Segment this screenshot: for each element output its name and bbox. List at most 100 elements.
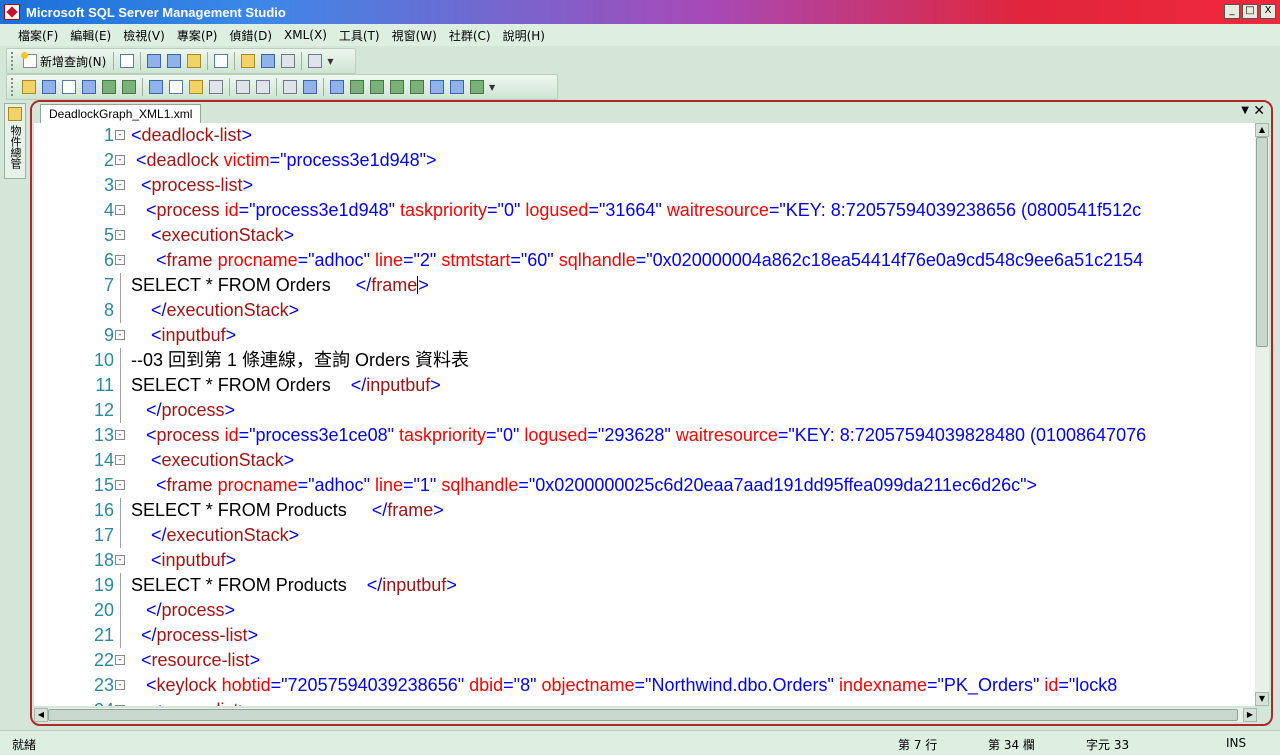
collapse-toggle-icon[interactable]: - [115, 430, 125, 440]
editor-line[interactable]: 9- <inputbuf> [34, 323, 1257, 348]
xml-editor[interactable]: 1- <deadlock-list> 2- <deadlock victim="pr… [34, 123, 1257, 706]
activity-monitor-button[interactable] [306, 52, 324, 70]
horizontal-scroll-thumb[interactable] [48, 709, 1238, 721]
vertical-scroll-thumb[interactable] [1256, 137, 1268, 347]
editor-line[interactable]: 14- <executionStack> [34, 448, 1257, 473]
prev-bookmark-button[interactable] [348, 78, 366, 96]
collapse-toggle-icon[interactable]: - [115, 205, 125, 215]
menu-tools[interactable]: 工具(T) [333, 27, 386, 44]
editor-line[interactable]: 21 </process-list> [34, 623, 1257, 648]
vertical-scrollbar[interactable]: ▲ ▼ [1255, 123, 1269, 706]
menu-view[interactable]: 檢視(V) [117, 27, 171, 44]
toolbar-grip[interactable] [11, 78, 15, 96]
collapse-toggle-icon[interactable]: - [115, 230, 125, 240]
editor-line[interactable]: 22- <resource-list> [34, 648, 1257, 673]
save-button[interactable] [259, 52, 277, 70]
collapse-toggle-icon[interactable]: - [115, 455, 125, 465]
editor-line[interactable]: 10 --03 回到第 1 條連線，查詢 Orders 資料表 [34, 348, 1257, 373]
sqlce-query-button[interactable] [212, 52, 230, 70]
toolbar-overflow-icon[interactable]: ▼ [489, 83, 495, 92]
parameter-info-button[interactable] [187, 78, 205, 96]
tab-list-chevron-icon[interactable]: ▼ [1241, 105, 1249, 116]
schema-button[interactable] [20, 78, 38, 96]
menu-file[interactable]: 檔案(F) [12, 27, 64, 44]
collapse-toggle-icon[interactable]: - [115, 705, 125, 706]
editor-line[interactable]: 5- <executionStack> [34, 223, 1257, 248]
run-button[interactable] [100, 78, 118, 96]
increase-indent-button[interactable] [254, 78, 272, 96]
editor-line[interactable]: 7 SELECT * FROM Orders </frame> [34, 273, 1257, 298]
uncomment-button[interactable] [301, 78, 319, 96]
horizontal-scrollbar[interactable]: ◀ ▶ [34, 708, 1257, 722]
editor-line[interactable]: 11 SELECT * FROM Orders </inputbuf> [34, 373, 1257, 398]
editor-line[interactable]: 8 </executionStack> [34, 298, 1257, 323]
editor-line[interactable]: 4- <process id="process3e1d948" taskprio… [34, 198, 1257, 223]
menu-debug[interactable]: 偵錯(D) [223, 27, 278, 44]
menu-window[interactable]: 視窗(W) [386, 27, 443, 44]
menu-edit[interactable]: 編輯(E) [64, 27, 117, 44]
prev-bookmark-doc-button[interactable] [428, 78, 446, 96]
complete-word-button[interactable] [207, 78, 225, 96]
dmx-query-button[interactable] [165, 52, 183, 70]
menu-xml[interactable]: XML(X) [278, 28, 333, 42]
editor-line[interactable]: 15- <frame procname="adhoc" line="1" sql… [34, 473, 1257, 498]
editor-line[interactable]: 16 SELECT * FROM Products </frame> [34, 498, 1257, 523]
editor-line[interactable]: 20 </process> [34, 598, 1257, 623]
editor-line[interactable]: 23- <keylock hobtid="72057594039238656" … [34, 673, 1257, 698]
editor-line[interactable]: 17 </executionStack> [34, 523, 1257, 548]
clear-bookmarks-button[interactable] [468, 78, 486, 96]
next-bookmark-button[interactable] [368, 78, 386, 96]
collapse-toggle-icon[interactable]: - [115, 330, 125, 340]
debug-xslt-button[interactable] [80, 78, 98, 96]
editor-line[interactable]: 19 SELECT * FROM Products </inputbuf> [34, 573, 1257, 598]
toggle-bookmark-button[interactable] [328, 78, 346, 96]
scroll-left-icon[interactable]: ◀ [34, 708, 48, 722]
editor-line[interactable]: 3- <process-list> [34, 173, 1257, 198]
scroll-right-icon[interactable]: ▶ [1243, 708, 1257, 722]
collapse-toggle-icon[interactable]: - [115, 655, 125, 665]
minimize-button[interactable]: _ [1224, 4, 1240, 19]
new-query-button[interactable]: 新增查詢(N) [19, 52, 110, 70]
tab-close-icon[interactable]: ✕ [1253, 103, 1265, 119]
editor-line[interactable]: 13- <process id="process3e1ce08" taskpri… [34, 423, 1257, 448]
menu-community[interactable]: 社群(C) [443, 27, 497, 44]
print-button[interactable] [279, 52, 297, 70]
editor-line[interactable]: 18- <inputbuf> [34, 548, 1257, 573]
properties-button[interactable] [147, 78, 165, 96]
prev-bookmark-folder-button[interactable] [388, 78, 406, 96]
xslt-button[interactable] [40, 78, 58, 96]
document-tab[interactable]: DeadlockGraph_XML1.xml [40, 104, 202, 123]
close-button[interactable]: X [1260, 4, 1276, 19]
scroll-down-icon[interactable]: ▼ [1255, 692, 1269, 706]
editor-line[interactable]: 2- <deadlock victim="process3e1d948"> [34, 148, 1257, 173]
collapse-toggle-icon[interactable]: - [115, 155, 125, 165]
editor-line[interactable]: 12 </process> [34, 398, 1257, 423]
scroll-up-icon[interactable]: ▲ [1255, 123, 1269, 137]
toolbar-overflow-icon[interactable]: ▼ [327, 57, 333, 66]
collapse-toggle-icon[interactable]: - [115, 555, 125, 565]
ssms-app-icon[interactable] [4, 4, 20, 20]
mdx-query-button[interactable] [145, 52, 163, 70]
toolbar-grip[interactable] [11, 52, 15, 70]
step-button[interactable] [120, 78, 138, 96]
collapse-toggle-icon[interactable]: - [115, 130, 125, 140]
collapse-toggle-icon[interactable]: - [115, 680, 125, 690]
next-bookmark-doc-button[interactable] [448, 78, 466, 96]
object-explorer-tab[interactable]: 物件總管 [4, 103, 26, 179]
menu-help[interactable]: 說明(H) [497, 27, 551, 44]
open-file-button[interactable] [239, 52, 257, 70]
menu-project[interactable]: 專案(P) [171, 27, 224, 44]
editor-line[interactable]: 24- <owner-list> [34, 698, 1257, 706]
create-schema-button[interactable] [60, 78, 78, 96]
editor-line[interactable]: 1- <deadlock-list> [34, 123, 1257, 148]
collapse-toggle-icon[interactable]: - [115, 180, 125, 190]
comment-button[interactable] [281, 78, 299, 96]
new-file-button[interactable] [118, 52, 136, 70]
editor-line[interactable]: 6- <frame procname="adhoc" line="2" stmt… [34, 248, 1257, 273]
member-list-button[interactable] [167, 78, 185, 96]
maximize-button[interactable]: □ [1242, 4, 1258, 19]
xmla-query-button[interactable] [185, 52, 203, 70]
collapse-toggle-icon[interactable]: - [115, 480, 125, 490]
next-bookmark-folder-button[interactable] [408, 78, 426, 96]
collapse-toggle-icon[interactable]: - [115, 255, 125, 265]
